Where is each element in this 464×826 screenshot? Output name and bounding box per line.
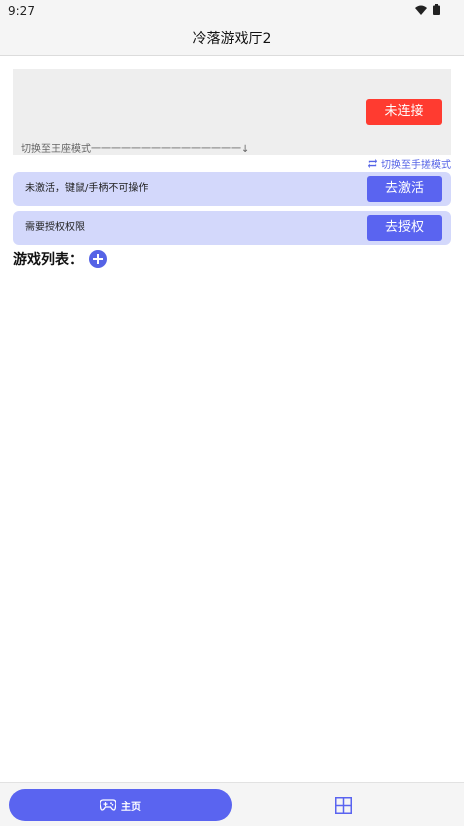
battery-icon (433, 4, 440, 15)
switch-manual-mode-label: 切换至手搓模式 (381, 160, 451, 171)
authorize-button[interactable]: 去授权 (367, 215, 442, 241)
page-title: 冷落游戏厅2 (192, 31, 272, 47)
switch-manual-mode-link[interactable]: 切换至手搓模式 (367, 156, 451, 171)
bottom-nav: 主页 (0, 782, 464, 826)
game-list-title: 游戏列表： (13, 252, 83, 268)
wifi-icon (415, 5, 427, 15)
authorization-notice-text: 需要授权权限 (25, 222, 85, 233)
gamepad-icon (100, 799, 116, 811)
app-bar: 冷落游戏厅2 (0, 22, 464, 56)
game-list-header: 游戏列表： (13, 249, 107, 269)
status-bar: 9:27 (0, 0, 464, 22)
status-icons (415, 4, 440, 15)
connection-panel: 未连接 切换至王座模式一一一一一一一一一一一一一一一↓ (13, 69, 451, 155)
swap-icon (367, 158, 378, 169)
activate-button[interactable]: 去激活 (367, 176, 442, 202)
authorization-notice: 需要授权权限 去授权 (13, 211, 451, 245)
status-time: 9:27 (8, 4, 35, 18)
nav-tab-home[interactable]: 主页 (9, 789, 232, 821)
connect-status-button[interactable]: 未连接 (366, 99, 442, 125)
activation-notice: 未激活，键鼠/手柄不可操作 去激活 (13, 172, 451, 206)
throne-mode-toggle[interactable]: 切换至王座模式一一一一一一一一一一一一一一一↓ (21, 140, 249, 155)
add-game-icon[interactable] (89, 250, 107, 268)
nav-tab-home-label: 主页 (121, 801, 141, 813)
grid-icon[interactable] (335, 797, 352, 814)
activation-notice-text: 未激活，键鼠/手柄不可操作 (25, 183, 149, 194)
